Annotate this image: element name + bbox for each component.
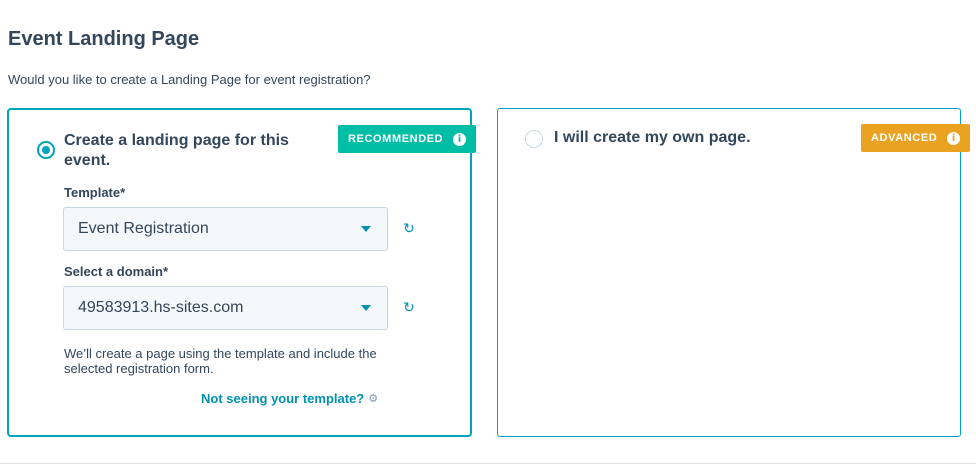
own-page-label[interactable]: I will create my own page. — [554, 128, 751, 148]
recommended-badge-label: RECOMMENDED — [348, 133, 444, 145]
create-landing-page-label[interactable]: Create a landing page for this event. — [64, 131, 314, 171]
create-landing-page-radio[interactable] — [37, 141, 55, 159]
create-landing-page-option-card[interactable]: Create a landing page for this event. RE… — [7, 108, 477, 437]
template-field-label: Template* — [64, 185, 126, 200]
domain-select[interactable]: 49583913.hs-sites.com — [63, 286, 388, 330]
chevron-down-icon — [361, 226, 371, 232]
recommended-badge: RECOMMENDED i — [338, 125, 477, 153]
info-icon[interactable]: i — [453, 132, 467, 146]
template-help-link[interactable]: Not seeing your template? ⚙ — [201, 391, 378, 406]
template-help-link-label[interactable]: Not seeing your template? — [201, 391, 364, 406]
advanced-badge-label: ADVANCED — [871, 132, 938, 144]
help-text: We’ll create a page using the template a… — [64, 346, 377, 376]
advanced-badge: ADVANCED i — [861, 124, 971, 152]
page-subtitle: Would you like to create a Landing Page … — [8, 72, 371, 87]
own-page-radio[interactable] — [525, 130, 543, 148]
template-select[interactable]: Event Registration — [63, 207, 388, 251]
info-icon[interactable]: i — [947, 131, 961, 145]
gear-icon: ⚙ — [368, 392, 379, 405]
domain-select-value: 49583913.hs-sites.com — [78, 299, 244, 316]
bottom-divider — [0, 463, 976, 464]
event-landing-page-panel: Event Landing Page Would you like to cre… — [0, 0, 976, 465]
own-page-option-card[interactable]: I will create my own page. ADVANCED i — [497, 108, 971, 437]
refresh-icon[interactable]: ↻ — [401, 300, 417, 316]
refresh-icon[interactable]: ↻ — [401, 221, 417, 237]
page-title: Event Landing Page — [8, 28, 200, 50]
chevron-down-icon — [361, 305, 371, 311]
template-select-value: Event Registration — [78, 220, 209, 237]
domain-field-label: Select a domain* — [64, 264, 169, 279]
